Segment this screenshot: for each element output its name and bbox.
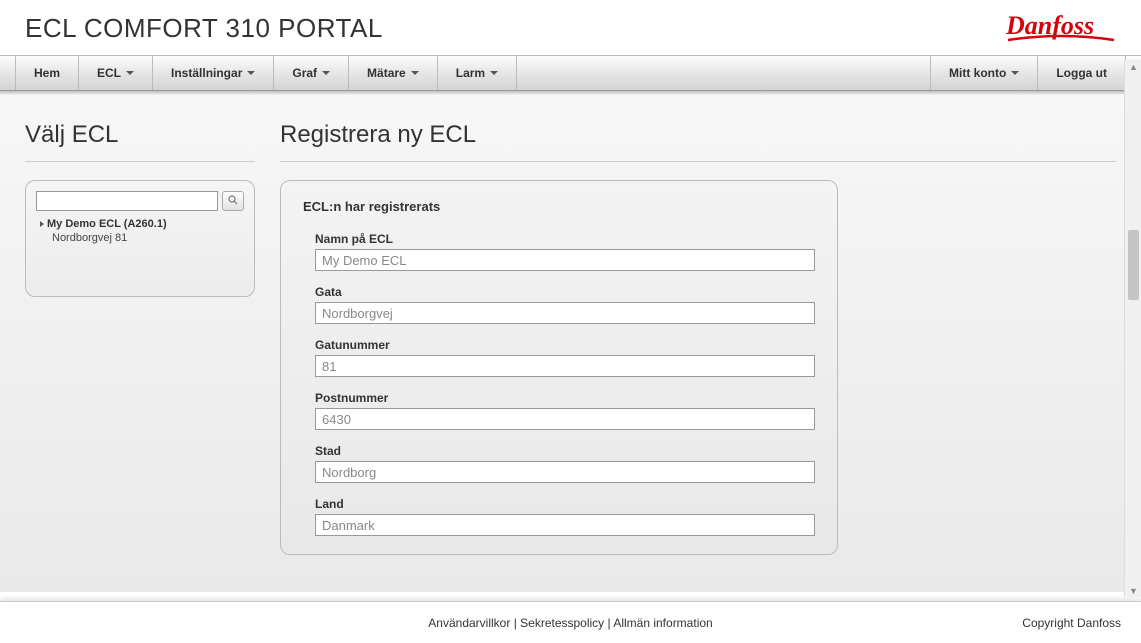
label-zip: Postnummer <box>315 391 815 405</box>
nav-graf[interactable]: Graf <box>274 56 349 90</box>
search-icon <box>228 195 238 208</box>
chevron-down-icon <box>247 71 255 75</box>
navbar: Hem ECL Inställningar Graf Mätare Larm M… <box>0 55 1141 91</box>
chevron-down-icon <box>490 71 498 75</box>
divider <box>25 161 255 162</box>
input-zip[interactable] <box>315 408 815 430</box>
label-number: Gatunummer <box>315 338 815 352</box>
danfoss-logo-icon: Danfoss <box>1006 10 1116 47</box>
field-street: Gata <box>303 285 815 324</box>
nav-larm[interactable]: Larm <box>438 56 517 90</box>
nav-hem[interactable]: Hem <box>15 56 79 90</box>
footer: Användarvillkor | Sekretesspolicy | Allm… <box>0 601 1141 643</box>
input-street[interactable] <box>315 302 815 324</box>
nav-ecl[interactable]: ECL <box>79 56 153 90</box>
ecl-address: Nordborgvej 81 <box>40 231 244 245</box>
field-city: Stad <box>303 444 815 483</box>
field-zip: Postnummer <box>303 391 815 430</box>
label-country: Land <box>315 497 815 511</box>
scrollbar[interactable]: ▲ ▼ <box>1124 60 1141 597</box>
ecl-name: My Demo ECL (A260.1) <box>47 218 167 230</box>
chevron-down-icon <box>1011 71 1019 75</box>
main-title: Registrera ny ECL <box>280 121 1116 149</box>
chevron-down-icon <box>126 71 134 75</box>
input-country[interactable] <box>315 514 815 536</box>
field-country: Land <box>303 497 815 536</box>
sidebar-title: Välj ECL <box>25 121 255 149</box>
scroll-up-icon: ▲ <box>1129 62 1138 71</box>
nav-logga-ut[interactable]: Logga ut <box>1038 56 1126 90</box>
register-form-box: ECL:n har registrerats Namn på ECL Gata … <box>280 180 838 555</box>
ecl-list-item[interactable]: My Demo ECL (A260.1) Nordborgvej 81 <box>36 217 244 246</box>
footer-copyright: Copyright Danfoss <box>1022 616 1121 630</box>
scroll-down-icon: ▼ <box>1129 586 1138 595</box>
field-name: Namn på ECL <box>303 232 815 271</box>
nav-mitt-konto[interactable]: Mitt konto <box>930 56 1038 90</box>
page-title: ECL COMFORT 310 PORTAL <box>25 13 383 44</box>
search-button[interactable] <box>222 191 244 211</box>
nav-matare[interactable]: Mätare <box>349 56 438 90</box>
header: ECL COMFORT 310 PORTAL Danfoss <box>0 0 1141 55</box>
input-name[interactable] <box>315 249 815 271</box>
sidebar: Välj ECL My Demo ECL (A260.1) Nordborgve… <box>25 121 255 592</box>
chevron-down-icon <box>411 71 419 75</box>
label-city: Stad <box>315 444 815 458</box>
content-area: Välj ECL My Demo ECL (A260.1) Nordborgve… <box>0 96 1141 592</box>
field-number: Gatunummer <box>303 338 815 377</box>
ecl-search-input[interactable] <box>36 191 218 211</box>
main: Registrera ny ECL ECL:n har registrerats… <box>280 121 1116 592</box>
chevron-down-icon <box>322 71 330 75</box>
footer-link-terms[interactable]: Användarvillkor <box>428 616 510 630</box>
input-number[interactable] <box>315 355 815 377</box>
arrow-right-icon <box>40 221 44 227</box>
footer-links: Användarvillkor | Sekretesspolicy | Allm… <box>428 616 712 630</box>
label-name: Namn på ECL <box>315 232 815 246</box>
footer-link-privacy[interactable]: Sekretesspolicy <box>520 616 604 630</box>
form-heading: ECL:n har registrerats <box>303 199 815 214</box>
divider <box>280 161 1116 162</box>
input-city[interactable] <box>315 461 815 483</box>
nav-installningar[interactable]: Inställningar <box>153 56 274 90</box>
ecl-selector-box: My Demo ECL (A260.1) Nordborgvej 81 <box>25 180 255 297</box>
scroll-thumb[interactable] <box>1128 230 1139 300</box>
footer-link-general[interactable]: Allmän information <box>613 616 712 630</box>
label-street: Gata <box>315 285 815 299</box>
